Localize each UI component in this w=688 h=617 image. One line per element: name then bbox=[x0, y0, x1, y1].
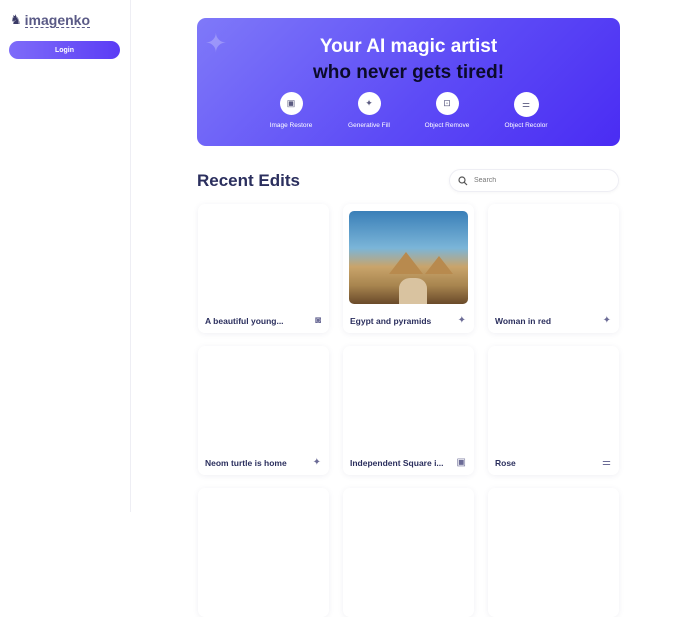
hero-title-line1: Your AI magic artist bbox=[319, 36, 498, 57]
tool-label: Image Restore bbox=[269, 122, 313, 129]
sliders-icon: ⚌ bbox=[513, 92, 539, 117]
image-icon: ▣ bbox=[279, 92, 303, 115]
login-button[interactable]: Login bbox=[9, 41, 120, 59]
tool-object-remove[interactable]: ⊡ Object Remove bbox=[407, 92, 487, 129]
search-icon bbox=[458, 175, 468, 185]
scan-icon: ⊡ bbox=[435, 92, 459, 115]
card-title: Egypt and pyramids bbox=[350, 316, 432, 326]
edit-card[interactable] bbox=[198, 488, 329, 617]
edit-card[interactable]: A beautiful young... ◙ bbox=[198, 204, 329, 333]
recent-edits-title: Recent Edits bbox=[197, 171, 300, 190]
tool-object-recolor[interactable]: ⚌ Object Recolor bbox=[486, 92, 566, 129]
logo-icon: ♞ bbox=[10, 12, 22, 27]
tool-image-restore[interactable]: ▣ Image Restore bbox=[251, 92, 331, 129]
edit-card[interactable]: Neom turtle is home ✦ bbox=[198, 346, 329, 475]
edit-card[interactable]: Woman in red ✦ bbox=[488, 204, 619, 333]
sliders-icon: ⚌ bbox=[602, 457, 611, 468]
tool-label: Object Recolor bbox=[504, 122, 548, 129]
card-title: A beautiful young... bbox=[205, 316, 284, 326]
sparkles-icon: ✦ bbox=[602, 315, 611, 326]
card-title: Neom turtle is home bbox=[205, 458, 287, 468]
edit-card[interactable]: Independent Square i... ▣ bbox=[343, 346, 474, 475]
edit-card[interactable] bbox=[488, 488, 619, 617]
card-thumbnail bbox=[349, 211, 468, 304]
logo[interactable]: ♞ imagenko bbox=[10, 11, 91, 28]
search-input[interactable] bbox=[474, 177, 604, 184]
tool-label: Generative Fill bbox=[348, 122, 390, 129]
image-icon: ▣ bbox=[456, 457, 466, 468]
sparkles-icon: ✦ bbox=[457, 315, 466, 326]
logo-text: imagenko bbox=[24, 11, 91, 28]
camera-icon: ◙ bbox=[314, 315, 321, 326]
sparkles-icon: ✦ bbox=[357, 92, 381, 115]
tool-label: Object Remove bbox=[424, 122, 470, 129]
edit-card[interactable] bbox=[343, 488, 474, 617]
tool-generative-fill[interactable]: ✦ Generative Fill bbox=[329, 92, 409, 129]
search-box[interactable] bbox=[449, 169, 619, 192]
edit-card[interactable]: Rose ⚌ bbox=[488, 346, 619, 475]
sidebar: ♞ imagenko Login bbox=[0, 0, 131, 512]
edit-card[interactable]: Egypt and pyramids ✦ bbox=[343, 204, 474, 333]
sparkles-icon: ✦ bbox=[312, 457, 321, 468]
hero-title-line2: who never gets tired! bbox=[312, 62, 505, 83]
hero-banner: ✦ Your AI magic artist who never gets ti… bbox=[197, 18, 620, 146]
card-title: Rose bbox=[495, 458, 516, 468]
card-title: Independent Square i... bbox=[350, 458, 444, 468]
card-title: Woman in red bbox=[495, 316, 552, 326]
